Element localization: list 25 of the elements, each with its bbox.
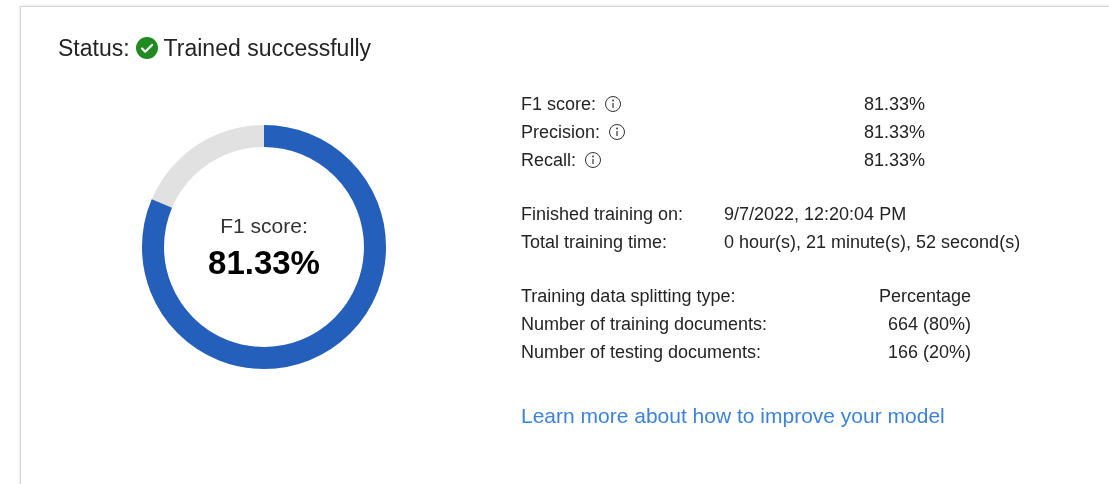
status-value: Trained successfully xyxy=(163,34,372,63)
ring-label: F1 score: xyxy=(220,214,308,236)
split-value: 664 (80%) xyxy=(887,312,971,336)
metric-value: 81.33% xyxy=(864,148,926,172)
metric-label: F1 score: xyxy=(521,92,597,116)
info-icon[interactable] xyxy=(604,94,623,113)
learn-more-link[interactable]: Learn more about how to improve your model xyxy=(521,403,945,427)
success-check-icon xyxy=(135,37,158,60)
info-icon[interactable] xyxy=(584,150,603,169)
training-value: 9/7/2022, 12:20:04 PM xyxy=(724,202,907,226)
split-value: 166 (20%) xyxy=(887,340,971,364)
metric-value: 81.33% xyxy=(864,120,926,144)
info-icon[interactable] xyxy=(608,122,627,141)
training-label: Finished training on: xyxy=(521,203,684,224)
training-label: Total training time: xyxy=(521,231,668,252)
split-label: Number of training documents: xyxy=(521,312,768,336)
split-value: Percentage xyxy=(878,284,971,308)
split-label: Number of testing documents: xyxy=(521,340,762,364)
metric-label: Precision: xyxy=(521,120,601,144)
split-label: Training data splitting type: xyxy=(521,284,736,308)
metric-label: Recall: xyxy=(521,148,577,172)
ring-value: 81.33% xyxy=(208,245,320,279)
status-label: Status: xyxy=(58,34,130,63)
training-value: 0 hour(s), 21 minute(s), 52 second(s) xyxy=(724,230,1021,254)
metric-value: 81.33% xyxy=(864,92,926,116)
